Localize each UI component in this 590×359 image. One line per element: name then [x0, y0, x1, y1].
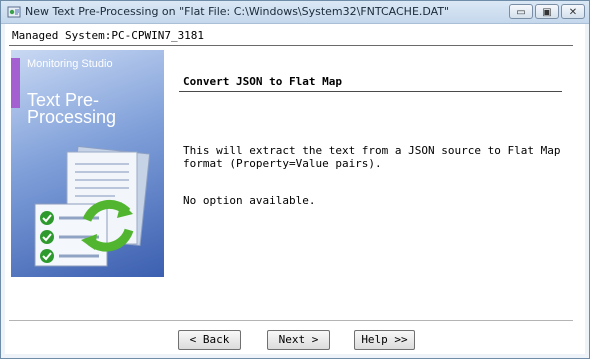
no-option-text: No option available. — [183, 194, 316, 207]
document-list-refresh-icon — [34, 145, 151, 267]
back-button[interactable]: < Back — [178, 330, 241, 350]
maximize-button[interactable]: ▣ — [535, 4, 559, 19]
header-divider — [9, 45, 573, 46]
footer-divider — [9, 320, 573, 321]
next-button[interactable]: Next > — [267, 330, 330, 350]
help-button[interactable]: Help >> — [354, 330, 415, 350]
wizard-window: New Text Pre-Processing on "Flat File: C… — [0, 0, 590, 359]
wizard-banner: Monitoring Studio Text Pre-Processing — [11, 50, 164, 277]
minimize-button[interactable]: ▭ — [509, 4, 533, 19]
banner-accent-stripe — [11, 58, 20, 108]
wizard-body: Managed System:PC-CPWIN7_3181 Monitoring… — [5, 24, 585, 354]
title-bar[interactable]: New Text Pre-Processing on "Flat File: C… — [1, 1, 589, 24]
section-divider — [179, 91, 562, 92]
description-text: This will extract the text from a JSON s… — [183, 144, 561, 170]
app-icon — [7, 6, 21, 18]
banner-title: Text Pre-Processing — [27, 90, 117, 127]
managed-system-label: Managed System:PC-CPWIN7_3181 — [12, 29, 205, 42]
section-title: Convert JSON to Flat Map — [183, 75, 342, 88]
banner-brand: Monitoring Studio — [27, 58, 113, 70]
close-button[interactable]: ✕ — [561, 4, 585, 19]
window-title: New Text Pre-Processing on "Flat File: C… — [25, 5, 450, 18]
